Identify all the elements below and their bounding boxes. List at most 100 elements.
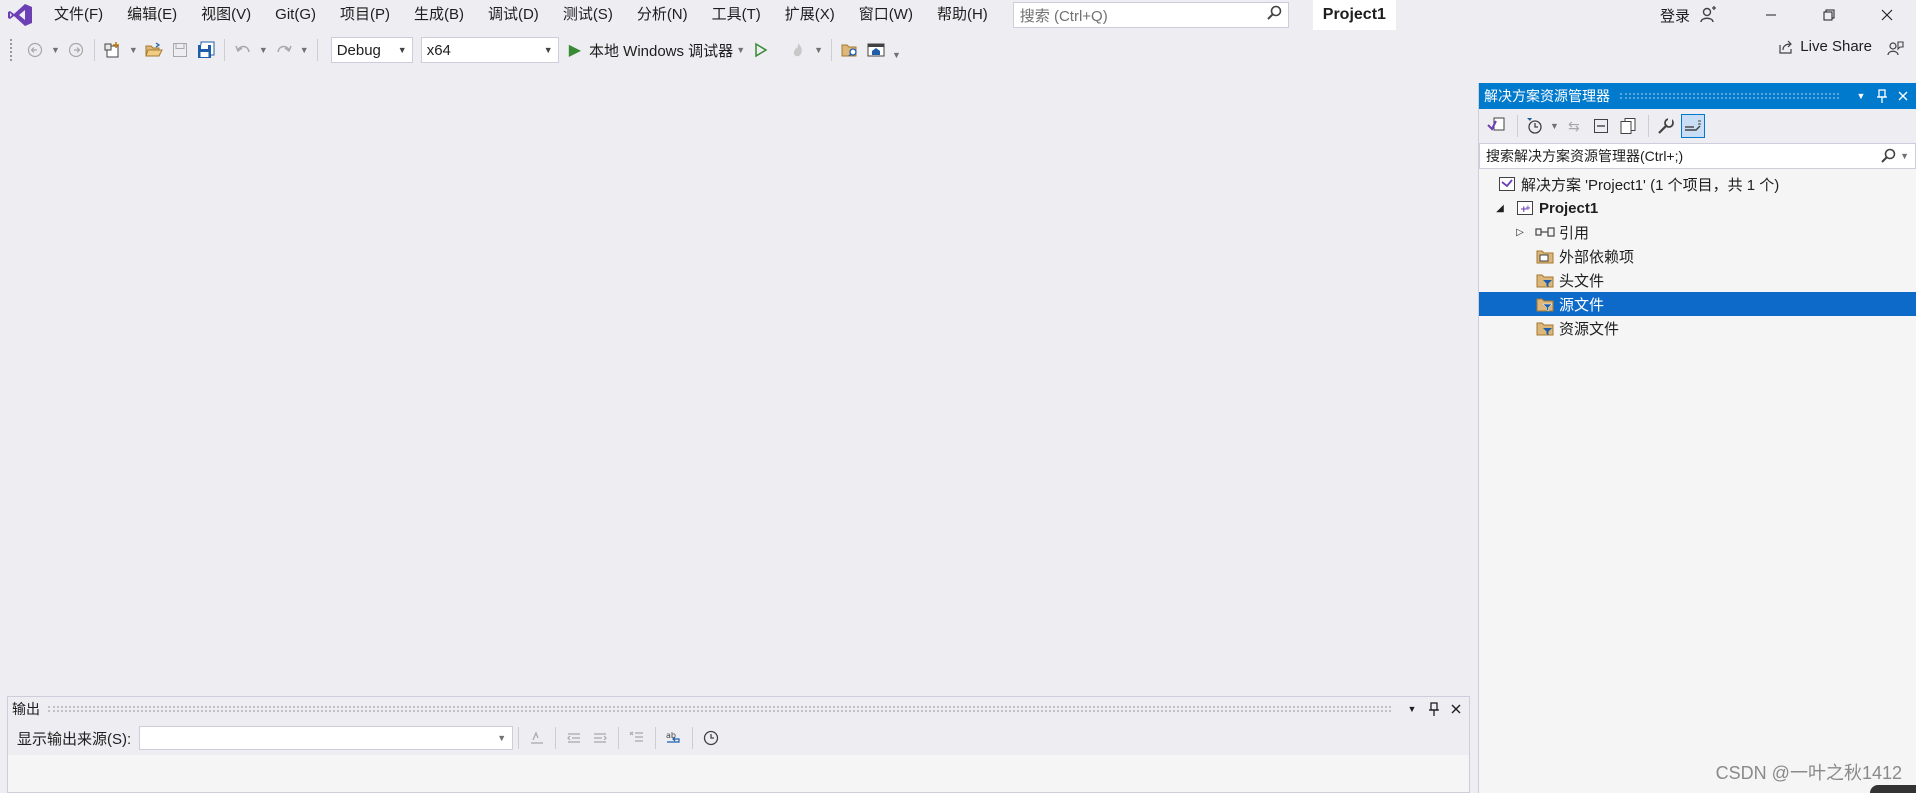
menu-project[interactable]: 项目(P) <box>328 0 402 30</box>
configuration-value: Debug <box>336 41 381 59</box>
filter-folder-icon <box>1535 271 1555 289</box>
minimize-button[interactable] <box>1742 0 1800 30</box>
close-icon[interactable] <box>1894 87 1912 105</box>
feedback-icon[interactable] <box>1884 38 1906 60</box>
solution-configuration-select[interactable]: Debug ▼ <box>330 37 413 63</box>
menu-analyze[interactable]: 分析(N) <box>625 0 700 30</box>
sync-with-active-document-icon[interactable]: ⇆ <box>1562 114 1586 138</box>
find-in-files-icon[interactable] <box>839 39 861 61</box>
tree-item-label: 外部依赖项 <box>1559 248 1635 266</box>
global-search-placeholder: 搜索 (Ctrl+Q) <box>1019 7 1108 25</box>
solution-platform-select[interactable]: x64 ▼ <box>420 37 559 63</box>
tree-item-solution[interactable]: 解决方案 'Project1' (1 个项目，共 1 个) <box>1479 172 1916 196</box>
panel-drag-handle[interactable] <box>48 706 1391 712</box>
properties-wrench-icon[interactable] <box>1654 114 1678 138</box>
svg-text:+: + <box>1525 204 1531 212</box>
output-panel-header: 输出 ▼ <box>8 697 1469 721</box>
solution-label: 解决方案 'Project1' (1 个项目，共 1 个) <box>1521 176 1780 194</box>
save-all-icon[interactable] <box>195 39 217 61</box>
menu-tools[interactable]: 工具(T) <box>700 0 773 30</box>
undo-icon[interactable] <box>232 39 254 61</box>
menu-window[interactable]: 窗口(W) <box>847 0 925 30</box>
external-deps-icon <box>1535 247 1555 265</box>
window-position-dropdown-icon[interactable]: ▼ <box>1403 700 1421 718</box>
pin-icon[interactable] <box>1873 87 1891 105</box>
home-layout-icon[interactable] <box>865 39 887 61</box>
panel-drag-handle[interactable] <box>1620 93 1839 99</box>
toolbar-grip[interactable] <box>10 39 14 61</box>
menu-help[interactable]: 帮助(H) <box>925 0 1000 30</box>
hot-reload-icon[interactable] <box>787 39 809 61</box>
menu-bar: 文件(F) 编辑(E) 视图(V) Git(G) 项目(P) 生成(B) 调试(… <box>45 0 1000 30</box>
tree-item-header-files[interactable]: 头文件 <box>1479 268 1916 292</box>
tree-item-source-files[interactable]: 源文件 <box>1479 292 1916 316</box>
visual-studio-logo-icon[interactable] <box>0 0 40 30</box>
toolbar-separator <box>1517 115 1518 137</box>
global-search-input[interactable]: 搜索 (Ctrl+Q) <box>1012 2 1289 28</box>
close-button[interactable] <box>1858 0 1916 30</box>
toggle-word-wrap-icon[interactable]: ab <box>663 727 685 749</box>
tree-item-project[interactable]: ◢ + + Project1 <box>1479 196 1916 220</box>
tree-item-resource-files[interactable]: 资源文件 <box>1479 316 1916 340</box>
chevron-down-icon[interactable]: ▼ <box>51 45 60 55</box>
timestamp-icon[interactable] <box>700 727 722 749</box>
output-source-label: 显示输出来源(S): <box>17 730 132 748</box>
toolbar-overflow-icon[interactable]: ▼ <box>892 50 901 60</box>
account-icon[interactable] <box>1696 3 1720 27</box>
navigate-back-icon[interactable] <box>24 39 46 61</box>
editor-area[interactable] <box>0 72 1476 692</box>
chevron-down-icon[interactable]: ▼ <box>1550 121 1559 131</box>
tree-item-label: 资源文件 <box>1559 320 1620 338</box>
toolbar-separator <box>831 39 833 61</box>
live-share-label: Live Share <box>1800 38 1872 55</box>
chevron-down-icon[interactable]: ▼ <box>259 45 268 55</box>
preview-selected-items-icon[interactable] <box>1680 114 1705 138</box>
pin-icon[interactable] <box>1425 700 1443 718</box>
menu-file[interactable]: 文件(F) <box>45 0 115 30</box>
standard-toolbar: ▼ ▼ ▼ ▼ Debug ▼ x64 ▼ ▶ 本地 Windows 调试器 ▼ <box>0 32 1916 68</box>
start-without-debugging-icon[interactable] <box>750 39 772 61</box>
menu-git[interactable]: Git(G) <box>263 0 328 30</box>
chevron-down-icon[interactable]: ▼ <box>736 45 745 55</box>
tree-item-external-dependencies[interactable]: 外部依赖项 <box>1479 244 1916 268</box>
menu-debug[interactable]: 调试(D) <box>476 0 551 30</box>
start-debugging-button[interactable]: ▶ 本地 Windows 调试器 ▼ <box>569 40 748 61</box>
solution-explorer-search-input[interactable]: 搜索解决方案资源管理器(Ctrl+;) ▼ <box>1479 143 1916 169</box>
menu-build[interactable]: 生成(B) <box>402 0 476 30</box>
chevron-down-icon: ▼ <box>497 733 507 743</box>
switch-views-icon[interactable] <box>1485 114 1509 138</box>
menu-view[interactable]: 视图(V) <box>189 0 263 30</box>
menu-edit[interactable]: 编辑(E) <box>115 0 189 30</box>
new-project-icon[interactable] <box>102 39 124 61</box>
collapse-all-icon[interactable] <box>1589 114 1613 138</box>
chevron-down-icon[interactable]: ▼ <box>300 45 309 55</box>
expanded-arrow-icon[interactable]: ◢ <box>1493 201 1507 215</box>
chevron-down-icon: ▼ <box>397 45 407 55</box>
next-message-icon[interactable] <box>589 727 611 749</box>
open-folder-icon[interactable] <box>143 39 165 61</box>
solution-icon <box>1497 175 1517 193</box>
close-icon[interactable] <box>1447 700 1465 718</box>
menu-test[interactable]: 测试(S) <box>551 0 625 30</box>
restore-button[interactable] <box>1800 0 1858 30</box>
login-link[interactable]: 登录 <box>1660 5 1690 26</box>
save-icon[interactable] <box>169 39 191 61</box>
chevron-down-icon[interactable]: ▼ <box>129 45 138 55</box>
collapsed-arrow-icon[interactable]: ▷ <box>1513 225 1527 239</box>
toolbar-separator <box>618 727 620 749</box>
share-icon <box>1778 39 1794 55</box>
show-all-files-icon[interactable] <box>1616 114 1640 138</box>
menu-extensions[interactable]: 扩展(X) <box>773 0 847 30</box>
window-position-dropdown-icon[interactable]: ▼ <box>1852 87 1870 105</box>
navigate-forward-icon[interactable] <box>65 39 87 61</box>
output-source-select[interactable]: ▼ <box>139 726 514 750</box>
pending-changes-filter-icon[interactable] <box>1523 114 1547 138</box>
redo-icon[interactable] <box>273 39 295 61</box>
chevron-down-icon: ▼ <box>543 45 553 55</box>
find-message-icon[interactable] <box>526 727 548 749</box>
tree-item-references[interactable]: ▷ 引用 <box>1479 220 1916 244</box>
chevron-down-icon[interactable]: ▼ <box>814 45 823 55</box>
clear-all-icon[interactable] <box>626 727 648 749</box>
live-share-button[interactable]: Live Share <box>1778 38 1872 55</box>
previous-message-icon[interactable] <box>563 727 585 749</box>
